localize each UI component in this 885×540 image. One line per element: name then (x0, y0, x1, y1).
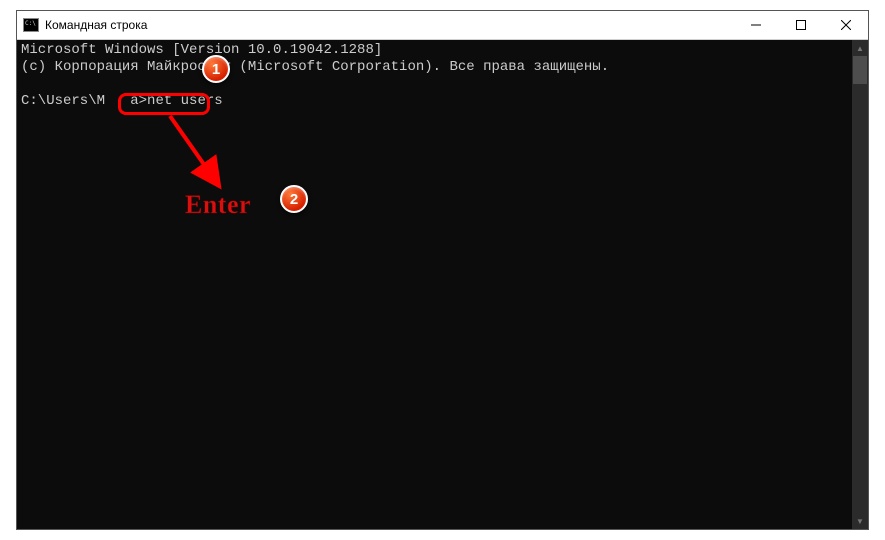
window-title: Командная строка (45, 18, 733, 32)
prompt-mask (105, 93, 130, 109)
terminal-area: Microsoft Windows [Version 10.0.19042.12… (17, 40, 868, 529)
typed-command: net users (147, 93, 223, 109)
titlebar[interactable]: Командная строка (17, 11, 868, 40)
vertical-scrollbar[interactable]: ▲ ▼ (852, 40, 868, 529)
scroll-down-arrow[interactable]: ▼ (852, 513, 868, 529)
cmd-icon (23, 18, 39, 32)
close-button[interactable] (823, 11, 868, 39)
window-controls (733, 11, 868, 39)
scroll-up-arrow[interactable]: ▲ (852, 40, 868, 56)
terminal-line: Microsoft Windows [Version 10.0.19042.12… (21, 42, 382, 58)
prompt-suffix: a> (130, 93, 147, 109)
command-prompt-window: Командная строка Microsoft Windows [Vers… (16, 10, 869, 530)
minimize-button[interactable] (733, 11, 778, 39)
prompt-path: C:\Users\M (21, 93, 105, 109)
maximize-button[interactable] (778, 11, 823, 39)
terminal-output[interactable]: Microsoft Windows [Version 10.0.19042.12… (17, 40, 852, 529)
terminal-line: (c) Корпорация Майкрософт (Microsoft Cor… (21, 59, 609, 75)
scroll-thumb[interactable] (853, 56, 867, 84)
